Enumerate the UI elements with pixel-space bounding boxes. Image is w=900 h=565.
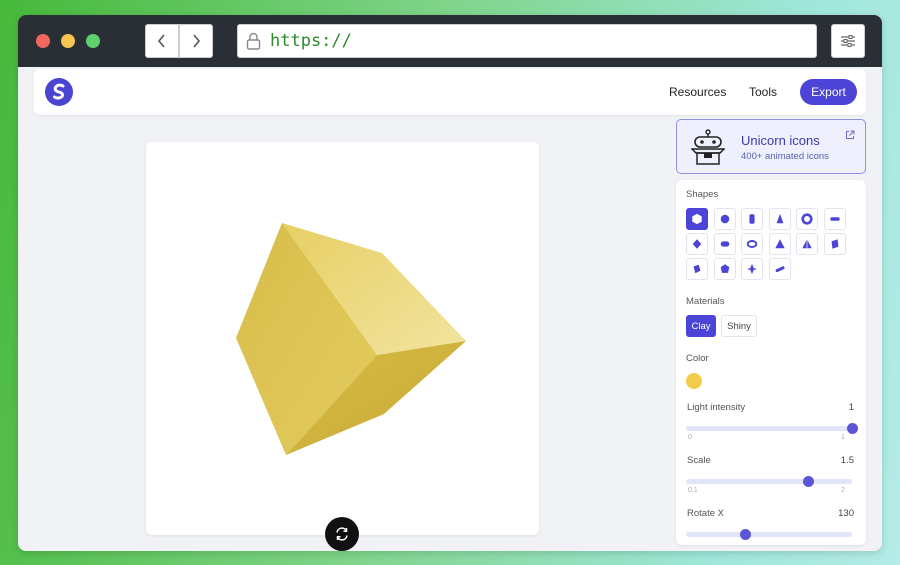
rod-shape-button[interactable] (768, 258, 791, 280)
box-shape-icon (693, 264, 701, 274)
cone-shape-icon (776, 213, 783, 224)
scale-value: 1.5 (840, 455, 854, 466)
robot-box-icon (691, 129, 725, 165)
shapes-label: Shapes (686, 189, 719, 200)
diamond-shape-icon (692, 239, 702, 249)
prism-shape-icon (831, 239, 838, 249)
pyramid-shape-button[interactable] (768, 233, 791, 255)
browser-window: https:// Resources Tools Export Unicorn … (18, 15, 882, 551)
rotate-x-label: Rotate X (687, 508, 724, 519)
yellow-cube-model (236, 223, 466, 455)
cylinder-shape-button[interactable] (741, 208, 763, 230)
capsule-shape-icon (829, 217, 840, 221)
minimize-window-button[interactable] (61, 34, 75, 48)
ring-shape-button[interactable] (741, 233, 763, 255)
url-text: https:// (270, 31, 352, 51)
ring-shape-icon (746, 240, 758, 248)
rotate-x-slider[interactable] (686, 529, 852, 540)
hexagon-shape-icon (692, 213, 702, 225)
slider-thumb[interactable] (740, 529, 752, 540)
sphere-shape-button[interactable] (713, 208, 736, 230)
slider-max: 2 (841, 487, 845, 494)
light-intensity-label: Light intensity (687, 402, 746, 413)
prism-shape-button[interactable] (823, 233, 846, 255)
nav-link-resources[interactable]: Resources (669, 85, 726, 99)
light-intensity-value: 1 (848, 402, 854, 413)
material-shiny-button[interactable]: Shiny (721, 315, 757, 337)
address-bar[interactable]: https:// (237, 24, 817, 58)
rotate-x-value: 130 (838, 508, 854, 519)
back-button[interactable] (145, 24, 179, 58)
settings-panel: Shapes Materials Clay Shiny Color Light … (676, 180, 866, 545)
torus-shape-button[interactable] (796, 208, 818, 230)
promo-subtitle: 400+ animated icons (741, 151, 829, 162)
3d-preview-canvas[interactable] (146, 142, 539, 535)
material-clay-button[interactable]: Clay (686, 315, 716, 337)
box-shape-button[interactable] (686, 258, 708, 280)
color-swatch[interactable] (686, 373, 702, 389)
slider-max: 1 (841, 434, 845, 441)
star-shape-button[interactable] (741, 258, 763, 280)
close-window-button[interactable] (36, 34, 50, 48)
chevron-left-icon (157, 34, 165, 48)
scale-slider[interactable] (686, 476, 852, 487)
refresh-icon (336, 527, 348, 541)
diamond-shape-button[interactable] (686, 233, 708, 255)
hexagon-shape-button[interactable] (686, 208, 708, 230)
nav-link-tools[interactable]: Tools (749, 85, 777, 99)
scale-label: Scale (687, 455, 711, 466)
slider-min: 0.1 (688, 487, 698, 494)
pyramid-shape-icon (774, 239, 785, 249)
export-button[interactable]: Export (800, 79, 857, 105)
lock-icon (246, 31, 262, 51)
sliders-icon (841, 35, 855, 47)
capsule-shape-button[interactable] (823, 208, 846, 230)
dodecahedron-shape-icon (720, 264, 729, 273)
refresh-button[interactable] (325, 517, 359, 551)
pill-shape-icon (720, 241, 729, 247)
color-label: Color (686, 353, 709, 364)
sphere-shape-icon (720, 214, 729, 224)
star-shape-icon (746, 263, 758, 275)
materials-label: Materials (686, 296, 725, 307)
app-logo-icon[interactable] (45, 78, 73, 106)
slider-thumb[interactable] (846, 423, 858, 434)
slider-min: 0 (688, 434, 692, 441)
promo-title: Unicorn icons (741, 133, 820, 148)
pill-shape-button[interactable] (713, 233, 736, 255)
unicorn-icons-promo[interactable]: Unicorn icons 400+ animated icons (676, 119, 866, 174)
cylinder-shape-icon (749, 214, 755, 224)
torus-shape-icon (801, 213, 813, 225)
maximize-window-button[interactable] (86, 34, 100, 48)
app-header: Resources Tools Export (34, 69, 866, 115)
settings-button[interactable] (831, 24, 865, 58)
tetrahedron-shape-button[interactable] (796, 233, 818, 255)
tetrahedron-shape-icon (802, 239, 812, 249)
browser-titlebar: https:// (18, 15, 882, 67)
rod-shape-icon (775, 266, 785, 273)
chevron-right-icon (193, 34, 201, 48)
cone-shape-button[interactable] (768, 208, 791, 230)
slider-thumb[interactable] (803, 476, 815, 487)
dodecahedron-shape-button[interactable] (713, 258, 736, 280)
external-link-icon (846, 130, 855, 139)
light-intensity-slider[interactable] (686, 423, 858, 434)
forward-button[interactable] (179, 24, 213, 58)
